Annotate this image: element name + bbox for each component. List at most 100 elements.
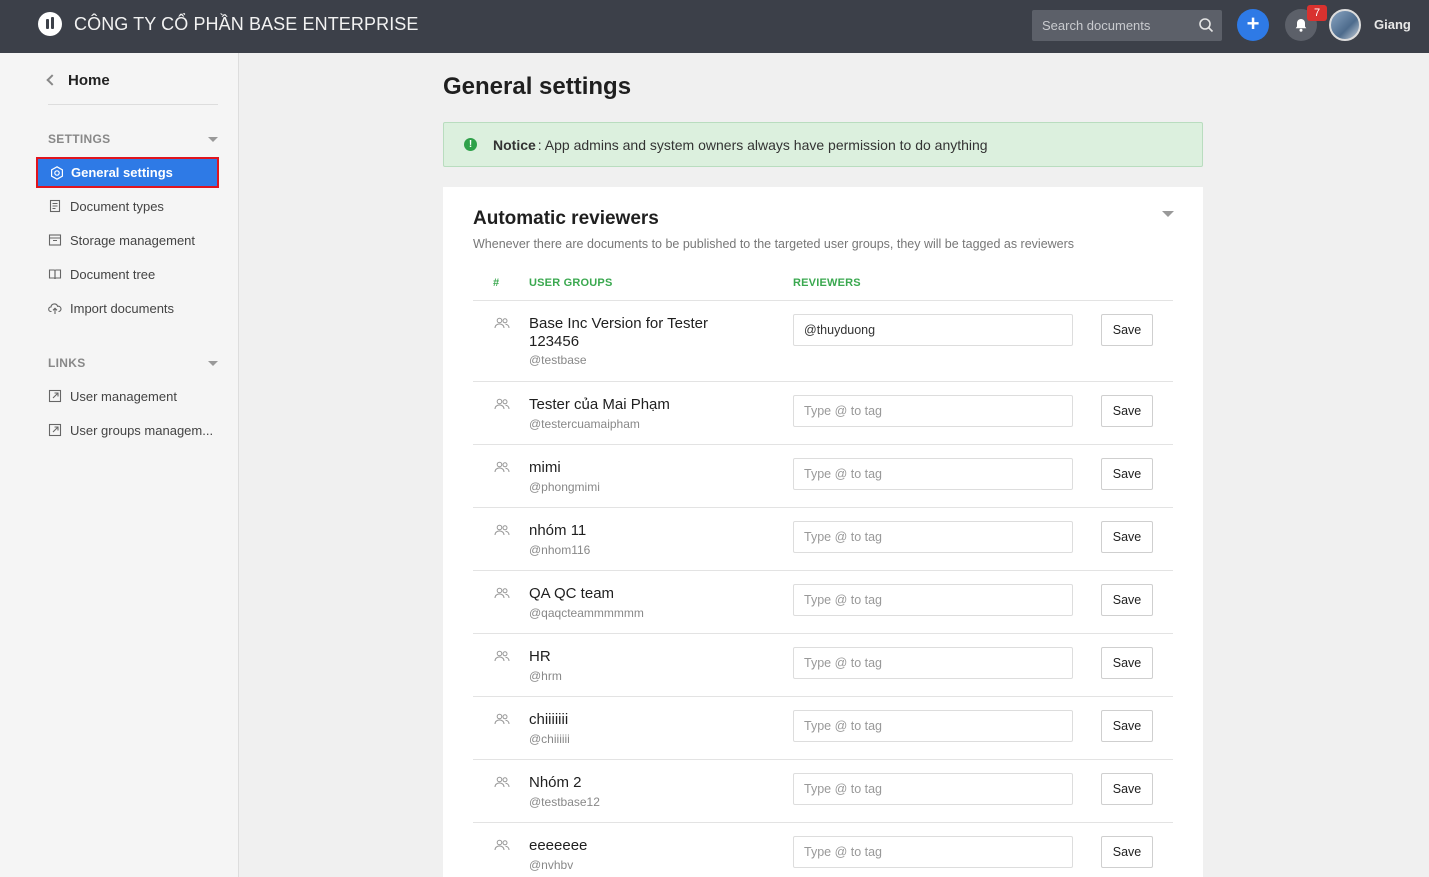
group-handle: @chiiiiii: [529, 732, 570, 746]
notice-label: Notice: [493, 136, 536, 153]
gear-icon: [51, 165, 63, 180]
reviewers-input[interactable]: [793, 836, 1073, 868]
sidebar-item-import-documents[interactable]: Import documents: [48, 297, 174, 319]
save-button[interactable]: Save: [1101, 647, 1153, 679]
reviewers-input[interactable]: [793, 458, 1073, 490]
external-link-icon: [48, 423, 62, 437]
group-handle: @testbase: [529, 353, 587, 367]
cloud-upload-icon: [48, 303, 62, 314]
user-group-icon: [494, 398, 510, 410]
table-row: QA QC team @qaqcteammmmmm Save: [473, 570, 1173, 633]
links-section-title: LINKS: [48, 356, 86, 370]
settings-collapse-caret-icon[interactable]: [208, 137, 218, 142]
reviewers-input[interactable]: [793, 521, 1073, 553]
chevron-left-icon: [46, 74, 58, 86]
external-link-icon: [48, 389, 62, 403]
notice-text: : App admins and system owners always ha…: [537, 136, 988, 153]
reviewers-input[interactable]: [793, 710, 1073, 742]
table-row: chiiiiiii @chiiiiii Save: [473, 696, 1173, 759]
storage-icon: [48, 234, 62, 246]
search-icon[interactable]: [1198, 17, 1214, 33]
group-name: chiiiiiii: [529, 711, 569, 728]
section-subtitle: Whenever there are documents to be publi…: [473, 237, 1075, 251]
collapse-caret-icon[interactable]: [1162, 211, 1174, 217]
save-button[interactable]: Save: [1101, 836, 1153, 868]
top-bar: CÔNG TY CỔ PHẦN BASE ENTERPRISE + 7 Gian…: [0, 0, 1429, 53]
sidebar-item-general-settings[interactable]: General settings: [36, 157, 219, 188]
avatar[interactable]: [1329, 9, 1361, 41]
table-row: Base Inc Version for Tester 123456 @test…: [473, 300, 1173, 381]
sidebar-item-storage-management[interactable]: Storage management: [48, 229, 195, 251]
exclamation-icon: !: [464, 138, 477, 151]
column-header-reviewers: REVIEWERS: [793, 277, 861, 289]
reviewers-input[interactable]: [793, 314, 1073, 346]
table-row: eeeeeee @nvhbv Save: [473, 822, 1173, 877]
group-handle: @nvhbv: [529, 858, 574, 872]
save-button[interactable]: Save: [1101, 314, 1153, 346]
group-name: Nhóm 2: [529, 774, 582, 791]
group-name: eeeeeee: [529, 837, 588, 854]
table-row: Nhóm 2 @testbase12 Save: [473, 759, 1173, 822]
user-group-icon: [494, 461, 510, 473]
save-button[interactable]: Save: [1101, 710, 1153, 742]
page-title: General settings: [443, 73, 632, 100]
sidebar-item-label: User management: [70, 388, 177, 404]
group-handle: @nhom116: [529, 543, 591, 557]
group-handle: @qaqcteammmmmm: [529, 606, 644, 620]
save-button[interactable]: Save: [1101, 395, 1153, 427]
user-name[interactable]: Giang: [1374, 17, 1411, 32]
table-row: HR @hrm Save: [473, 633, 1173, 696]
table-row: Tester của Mai Phạm @testercuamaipham Sa…: [473, 381, 1173, 444]
column-header-index: #: [493, 277, 500, 289]
user-group-icon: [494, 587, 510, 599]
sidebar-item-label: General settings: [71, 165, 173, 180]
user-group-icon: [494, 650, 510, 662]
group-name: mimi: [529, 459, 561, 476]
links-collapse-caret-icon[interactable]: [208, 361, 218, 366]
user-group-icon: [494, 839, 510, 851]
notification-badge: 7: [1307, 5, 1327, 21]
sidebar-item-document-types[interactable]: Document types: [48, 195, 164, 217]
reviewers-input[interactable]: [793, 773, 1073, 805]
save-button[interactable]: Save: [1101, 458, 1153, 490]
group-handle: @phongmimi: [529, 480, 600, 494]
create-button[interactable]: +: [1237, 9, 1269, 41]
reviewers-input[interactable]: [793, 584, 1073, 616]
group-handle: @hrm: [529, 669, 562, 683]
sidebar-item-user-groups-management[interactable]: User groups managem...: [48, 419, 213, 441]
notice-banner: ! Notice: App admins and system owners a…: [443, 122, 1203, 167]
reviewers-input[interactable]: [793, 395, 1073, 427]
company-name[interactable]: CÔNG TY CỔ PHẦN BASE ENTERPRISE: [74, 14, 419, 35]
group-handle: @testercuamaipham: [529, 417, 640, 431]
group-handle: @testbase12: [529, 795, 600, 809]
save-button[interactable]: Save: [1101, 521, 1153, 553]
save-button[interactable]: Save: [1101, 584, 1153, 616]
reviewers-input[interactable]: [793, 647, 1073, 679]
home-link[interactable]: Home: [46, 72, 110, 89]
user-group-icon: [494, 776, 510, 788]
search-input[interactable]: [1032, 10, 1192, 41]
column-header-user-groups: USER GROUPS: [529, 277, 613, 289]
sidebar-item-user-management[interactable]: User management: [48, 385, 177, 407]
sidebar-item-document-tree[interactable]: Document tree: [48, 263, 155, 285]
home-label: Home: [68, 72, 110, 89]
settings-section-title: SETTINGS: [48, 132, 111, 146]
group-name: QA QC team: [529, 585, 615, 602]
user-group-icon: [494, 317, 510, 329]
company-logo-icon[interactable]: [38, 12, 62, 36]
sidebar-item-label: Storage management: [70, 232, 196, 248]
sidebar-item-label: Import documents: [70, 300, 175, 316]
user-group-icon: [494, 524, 510, 536]
sidebar-item-label: Document types: [70, 198, 164, 214]
divider: [48, 104, 218, 105]
search-box[interactable]: [1032, 10, 1222, 41]
table-row: nhóm 11 @nhom116 Save: [473, 507, 1173, 570]
document-icon: [49, 199, 61, 213]
group-name: nhóm 11: [529, 522, 587, 539]
sidebar: Home SETTINGS General settings Document …: [0, 53, 239, 877]
save-button[interactable]: Save: [1101, 773, 1153, 805]
group-name: HR: [529, 648, 551, 665]
book-icon: [48, 269, 62, 280]
group-name: Tester của Mai Phạm: [529, 396, 670, 413]
sidebar-item-label: User groups managem...: [70, 422, 214, 438]
